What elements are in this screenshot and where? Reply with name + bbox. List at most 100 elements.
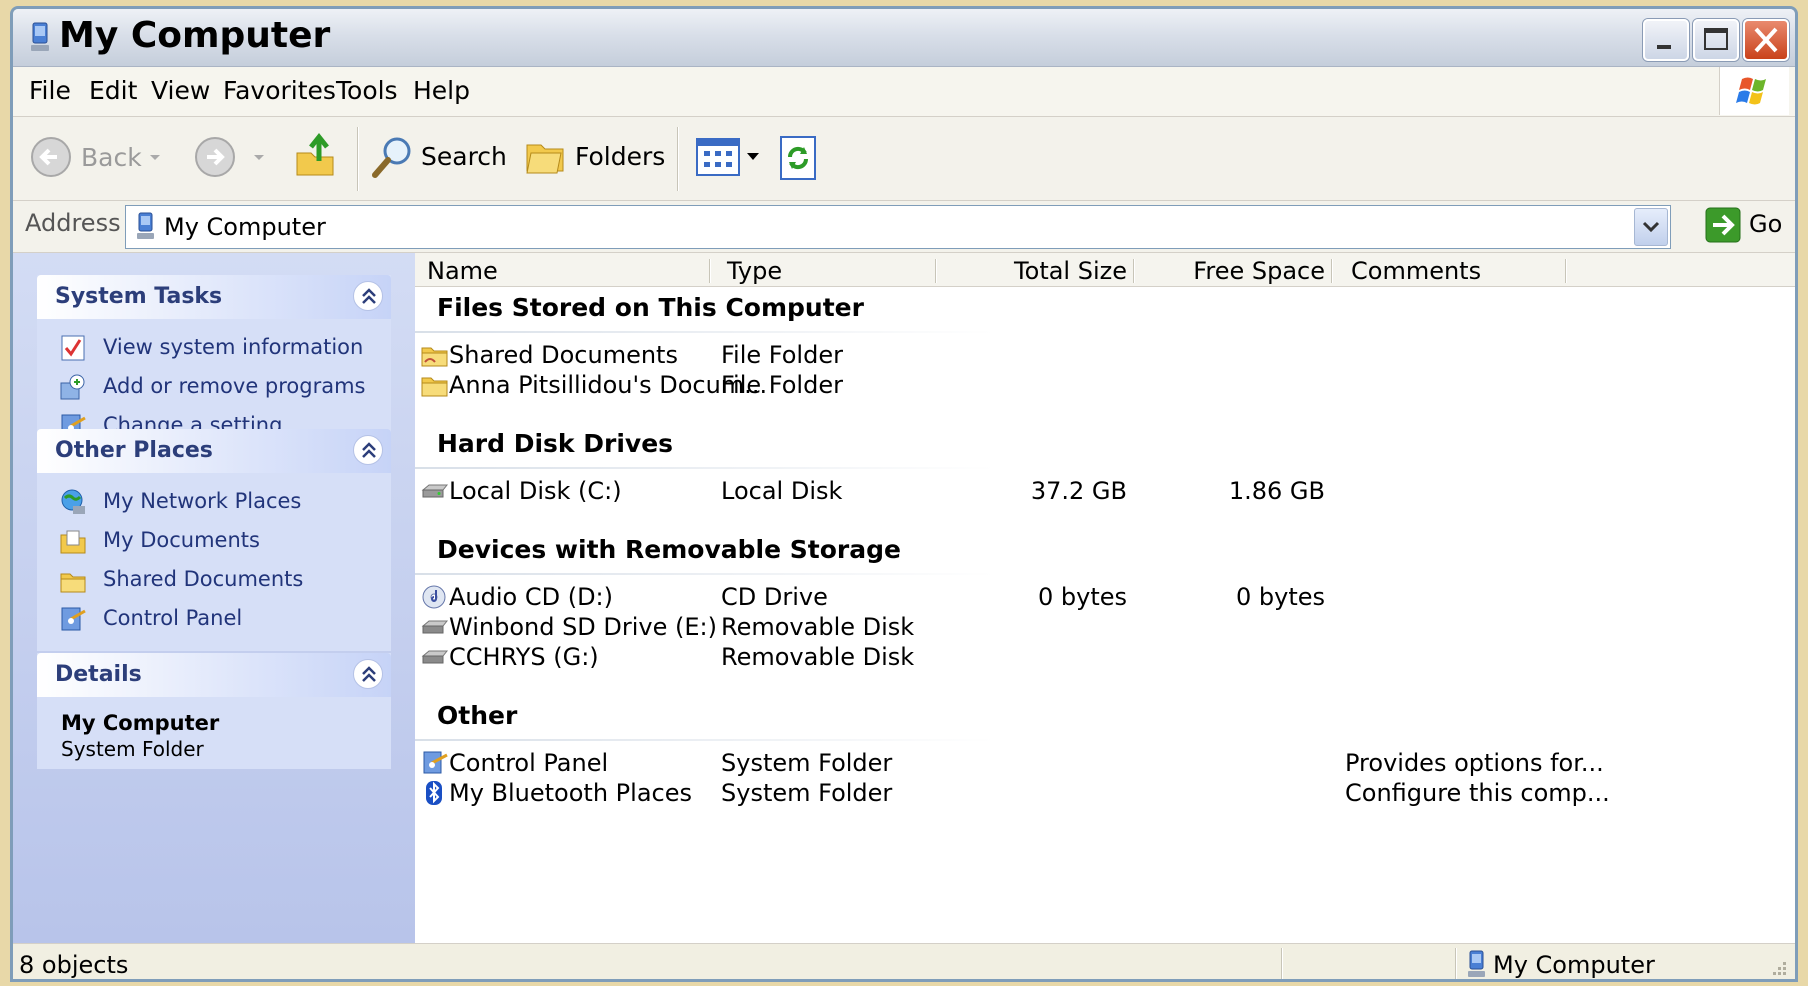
refresh-icon — [780, 136, 816, 180]
column-free-space[interactable]: Free Space — [1137, 253, 1333, 287]
back-label: Back — [81, 143, 142, 172]
column-divider[interactable] — [935, 259, 937, 283]
menu-help[interactable]: Help — [413, 76, 470, 105]
toolbar-separator — [677, 127, 679, 191]
maximize-button[interactable] — [1693, 19, 1739, 61]
item-name: Anna Pitsillidou's Docum... — [449, 371, 768, 399]
other-places-header[interactable]: Other Places — [37, 429, 391, 473]
column-comments[interactable]: Comments — [1335, 253, 1567, 287]
column-type[interactable]: Type — [713, 253, 937, 287]
system-tasks-title: System Tasks — [55, 284, 223, 309]
item-name: CCHRYS (G:) — [449, 643, 599, 671]
list-item[interactable]: Audio CD (D:) CD Drive 0 bytes 0 bytes — [415, 581, 1785, 613]
item-type: CD Drive — [721, 583, 828, 611]
item-name: Winbond SD Drive (E:) — [449, 613, 718, 641]
menu-edit[interactable]: Edit — [89, 76, 137, 105]
control-panel-icon — [423, 751, 448, 774]
up-folder-button[interactable] — [293, 131, 343, 183]
menu-tools[interactable]: Tools — [336, 76, 398, 105]
toolbar-separator — [357, 127, 359, 191]
bluetooth-icon — [426, 781, 442, 805]
item-name: Shared Documents — [449, 341, 678, 369]
collapse-chevron-icon[interactable] — [353, 281, 383, 311]
details-item-type: System Folder — [61, 737, 204, 761]
refresh-button[interactable] — [779, 135, 819, 183]
list-item[interactable]: CCHRYS (G:) Removable Disk — [415, 641, 1785, 673]
list-item[interactable]: Anna Pitsillidou's Docum... File Folder — [415, 369, 1785, 401]
search-button[interactable]: Search — [369, 133, 507, 183]
place-shared-documents[interactable]: Shared Documents — [37, 561, 391, 600]
removable-disk-icon — [421, 650, 449, 664]
collapse-chevron-icon[interactable] — [353, 659, 383, 689]
removable-disk-icon — [421, 620, 449, 634]
place-control-panel[interactable]: Control Panel — [37, 600, 391, 639]
place-my-network-places[interactable]: My Network Places — [37, 483, 391, 522]
item-name: My Bluetooth Places — [449, 779, 692, 807]
resize-grip-icon[interactable] — [1767, 958, 1789, 980]
column-divider[interactable] — [709, 259, 711, 283]
address-dropdown-button[interactable] — [1634, 208, 1668, 246]
forward-arrow-icon — [195, 137, 235, 177]
go-button[interactable]: Go — [1705, 207, 1785, 247]
details-panel: Details My Computer System Folder — [37, 653, 391, 769]
my-computer-icon — [137, 212, 154, 239]
views-icon — [696, 138, 759, 176]
control-panel-icon — [61, 607, 86, 631]
collapse-chevron-icon[interactable] — [353, 435, 383, 465]
column-label: Type — [727, 257, 783, 285]
system-tasks-header[interactable]: System Tasks — [37, 275, 391, 319]
up-folder-icon — [296, 132, 334, 176]
hard-disk-icon — [421, 484, 449, 498]
forward-button[interactable] — [193, 135, 283, 183]
folder-icon — [60, 573, 86, 593]
column-divider[interactable] — [1565, 259, 1567, 283]
system-tasks-panel: System Tasks View system information Add… — [37, 275, 391, 458]
item-name: Audio CD (D:) — [449, 583, 614, 611]
column-divider[interactable] — [1331, 259, 1333, 283]
item-type: Local Disk — [721, 477, 843, 505]
menu-file[interactable]: File — [29, 76, 71, 105]
group-divider — [415, 573, 995, 575]
item-total-size: 37.2 GB — [1030, 477, 1127, 505]
menu-view[interactable]: View — [151, 76, 210, 105]
minimize-button[interactable] — [1643, 19, 1689, 61]
list-item[interactable]: My Bluetooth Places System Folder Config… — [415, 777, 1785, 809]
my-computer-icon — [1468, 950, 1485, 977]
group-divider — [415, 739, 995, 741]
search-icon — [372, 137, 411, 178]
address-field[interactable]: My Computer — [125, 205, 1671, 249]
column-total-size[interactable]: Total Size — [939, 253, 1135, 287]
list-item[interactable]: Winbond SD Drive (E:) Removable Disk — [415, 611, 1785, 643]
task-label: Shared Documents — [103, 567, 304, 591]
item-type: File Folder — [721, 371, 843, 399]
address-label: Address — [25, 209, 121, 237]
other-places-panel: Other Places My Network Places My Docume… — [37, 429, 391, 651]
chevron-down-icon — [1642, 221, 1660, 233]
close-icon — [1754, 27, 1778, 53]
file-list: Name Type Total Size Free Space Comments… — [415, 253, 1795, 943]
task-view-system-information[interactable]: View system information — [37, 329, 391, 368]
item-type: File Folder — [721, 341, 843, 369]
column-name[interactable]: Name — [415, 253, 711, 287]
details-header[interactable]: Details — [37, 653, 391, 697]
close-button[interactable] — [1743, 19, 1789, 61]
column-divider[interactable] — [1133, 259, 1135, 283]
network-places-icon — [61, 489, 85, 514]
list-item[interactable]: Local Disk (C:) Local Disk 37.2 GB 1.86 … — [415, 475, 1785, 507]
add-remove-icon — [60, 374, 85, 400]
menu-favorites[interactable]: Favorites — [223, 76, 336, 105]
place-my-documents[interactable]: My Documents — [37, 522, 391, 561]
task-label: View system information — [103, 335, 364, 359]
back-button[interactable]: Back — [29, 135, 160, 183]
title-bar[interactable]: My Computer — [13, 9, 1795, 67]
list-item[interactable]: Shared Documents File Folder — [415, 339, 1785, 371]
list-item[interactable]: Control Panel System Folder Provides opt… — [415, 747, 1785, 779]
task-label: Control Panel — [103, 606, 243, 630]
menu-bar: File Edit View Favorites Tools Help — [13, 67, 1795, 117]
column-label: Total Size — [1014, 257, 1127, 285]
folders-button[interactable]: Folders — [523, 133, 665, 183]
audio-cd-icon — [422, 585, 446, 609]
task-add-remove-programs[interactable]: Add or remove programs — [37, 368, 391, 407]
views-button[interactable] — [695, 137, 765, 181]
maximize-icon — [1704, 28, 1728, 50]
